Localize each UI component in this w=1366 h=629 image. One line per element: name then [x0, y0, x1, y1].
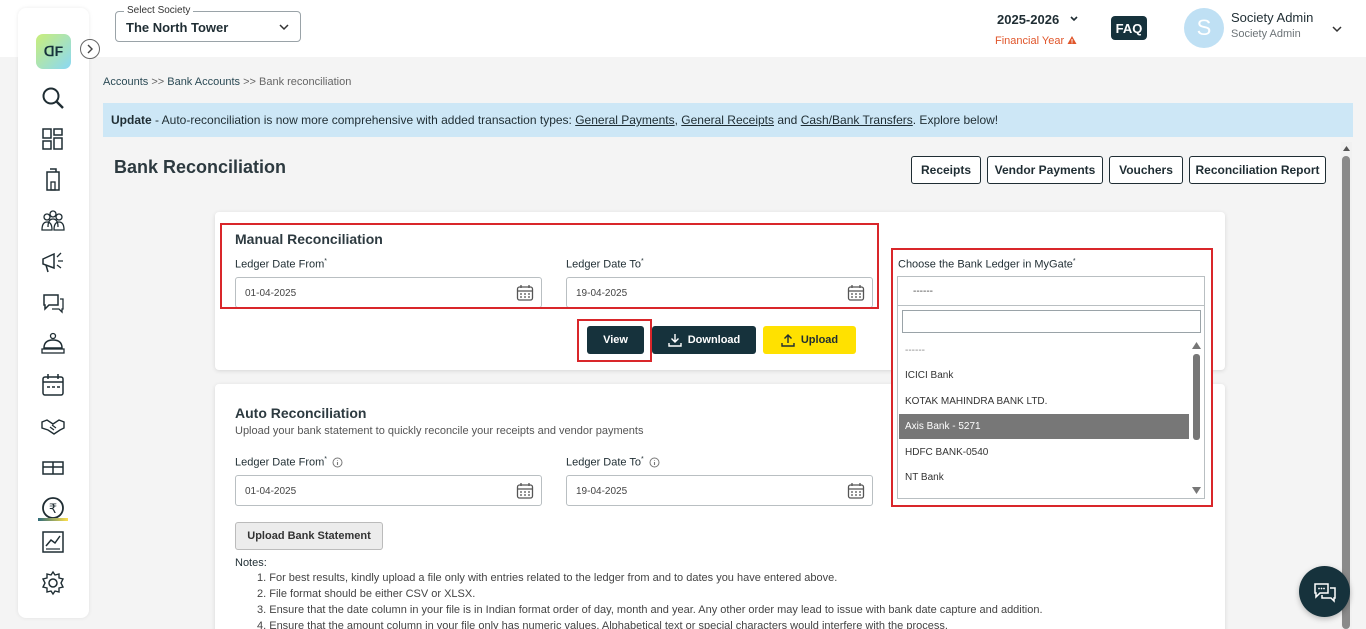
settings-icon[interactable]: [40, 570, 66, 596]
reports-icon[interactable]: [40, 529, 66, 555]
active-indicator: [38, 518, 68, 521]
chat-icon[interactable]: [40, 290, 66, 316]
auto-from-label-text: Ledger Date From: [235, 456, 325, 469]
cash-bank-transfers-link[interactable]: Cash/Bank Transfers: [801, 113, 913, 127]
note-item: 4. Ensure that the amount column in your…: [257, 620, 948, 629]
expand-sidebar-button[interactable]: [80, 39, 100, 59]
scroll-up-icon[interactable]: [1341, 144, 1352, 154]
page-title: Bank Reconciliation: [114, 157, 287, 177]
highlight-box-manual-dates: [220, 223, 879, 309]
highlight-box-bank-ledger: [891, 248, 1213, 507]
breadcrumb-current: Bank reconciliation: [259, 76, 352, 88]
financial-year-text: Financial Year: [995, 35, 1065, 47]
note-item: 3. Ensure that the date column in your f…: [257, 604, 1043, 616]
search-icon[interactable]: [40, 85, 66, 111]
page-scrollbar-thumb[interactable]: [1342, 156, 1350, 629]
auto-ledger-date-to-input[interactable]: 19-04-2025: [566, 475, 873, 506]
residents-icon[interactable]: [40, 208, 66, 234]
breadcrumb-accounts[interactable]: Accounts: [103, 76, 148, 88]
society-select-label: Select Society: [124, 5, 194, 16]
receipts-button[interactable]: Receipts: [911, 156, 981, 184]
chat-icon: [1313, 582, 1336, 603]
auto-to-label: Ledger Date To*: [566, 456, 660, 469]
vouchers-button[interactable]: Vouchers: [1109, 156, 1183, 184]
calendar-icon[interactable]: [40, 372, 66, 398]
handshake-icon[interactable]: [40, 413, 66, 439]
calendar-icon[interactable]: [516, 482, 534, 500]
society-select-value: The North Tower: [126, 20, 229, 35]
page-scrollbar[interactable]: [1341, 142, 1352, 629]
chat-support-button[interactable]: [1299, 566, 1350, 617]
calendar-icon[interactable]: [847, 482, 865, 500]
breadcrumb-bank-accounts[interactable]: Bank Accounts: [167, 76, 240, 88]
banner-and: and: [774, 113, 801, 127]
notes-title: Notes:: [235, 557, 267, 569]
auto-to-value: 19-04-2025: [576, 486, 628, 497]
auto-to-label-text: Ledger Date To: [566, 456, 642, 469]
chevron-down-icon: [279, 24, 289, 31]
breadcrumb-separator: >>: [151, 76, 165, 88]
upload-button[interactable]: Upload: [763, 326, 856, 354]
auto-from-label: Ledger Date From*: [235, 456, 343, 469]
society-select[interactable]: Select Society The North Tower: [115, 5, 301, 42]
avatar[interactable]: S: [1184, 8, 1224, 48]
highlight-box-view: [577, 319, 652, 362]
helpdesk-icon[interactable]: [40, 331, 66, 357]
chevron-down-icon[interactable]: [1331, 23, 1343, 35]
info-icon[interactable]: [332, 457, 343, 468]
building-icon[interactable]: [40, 167, 66, 193]
general-receipts-link[interactable]: General Receipts: [681, 113, 774, 127]
vendor-payments-button[interactable]: Vendor Payments: [987, 156, 1103, 184]
faq-button[interactable]: FAQ: [1111, 16, 1147, 40]
breadcrumb: Accounts >> Bank Accounts >> Bank reconc…: [103, 76, 351, 88]
warning-icon: [1067, 36, 1077, 44]
upload-bank-statement-button[interactable]: Upload Bank Statement: [235, 522, 383, 550]
amenities-icon[interactable]: [40, 454, 66, 480]
breadcrumb-separator: >>: [243, 76, 256, 88]
app-logo[interactable]: ᗡF: [36, 34, 71, 69]
user-name[interactable]: Society Admin: [1231, 10, 1313, 25]
update-banner: Update - Auto-reconciliation is now more…: [103, 103, 1353, 137]
auto-reconciliation-title: Auto Reconciliation: [235, 405, 367, 421]
financial-year-select[interactable]: 2025-2026: [997, 12, 1059, 27]
auto-reconciliation-description: Upload your bank statement to quickly re…: [235, 425, 644, 437]
info-icon[interactable]: [649, 457, 660, 468]
auto-from-value: 01-04-2025: [245, 486, 297, 497]
svg-text:₹: ₹: [49, 502, 57, 517]
dashboard-icon[interactable]: [40, 126, 66, 152]
upload-icon: [781, 334, 795, 347]
auto-ledger-date-from-input[interactable]: 01-04-2025: [235, 475, 542, 506]
note-item: 1. For best results, kindly upload a fil…: [257, 572, 838, 584]
reconciliation-report-button[interactable]: Reconciliation Report: [1189, 156, 1326, 184]
announcements-icon[interactable]: [40, 249, 66, 275]
download-icon: [668, 334, 682, 347]
download-button[interactable]: Download: [652, 326, 756, 354]
download-button-label: Download: [687, 334, 741, 346]
note-item: 2. File format should be either CSV or X…: [257, 588, 476, 600]
chevron-right-icon: [87, 44, 93, 54]
chevron-down-icon[interactable]: [1069, 14, 1079, 24]
upload-button-label: Upload: [800, 334, 839, 346]
sidebar: ᗡF ₹: [18, 8, 100, 618]
banner-text: - Auto-reconciliation is now more compre…: [151, 113, 576, 127]
user-role: Society Admin: [1231, 28, 1301, 40]
banner-suffix: . Explore below!: [912, 113, 999, 127]
banner-prefix: Update: [111, 113, 152, 127]
financial-year-label: Financial Year: [995, 35, 1077, 47]
general-payments-link[interactable]: General Payments: [575, 113, 674, 127]
